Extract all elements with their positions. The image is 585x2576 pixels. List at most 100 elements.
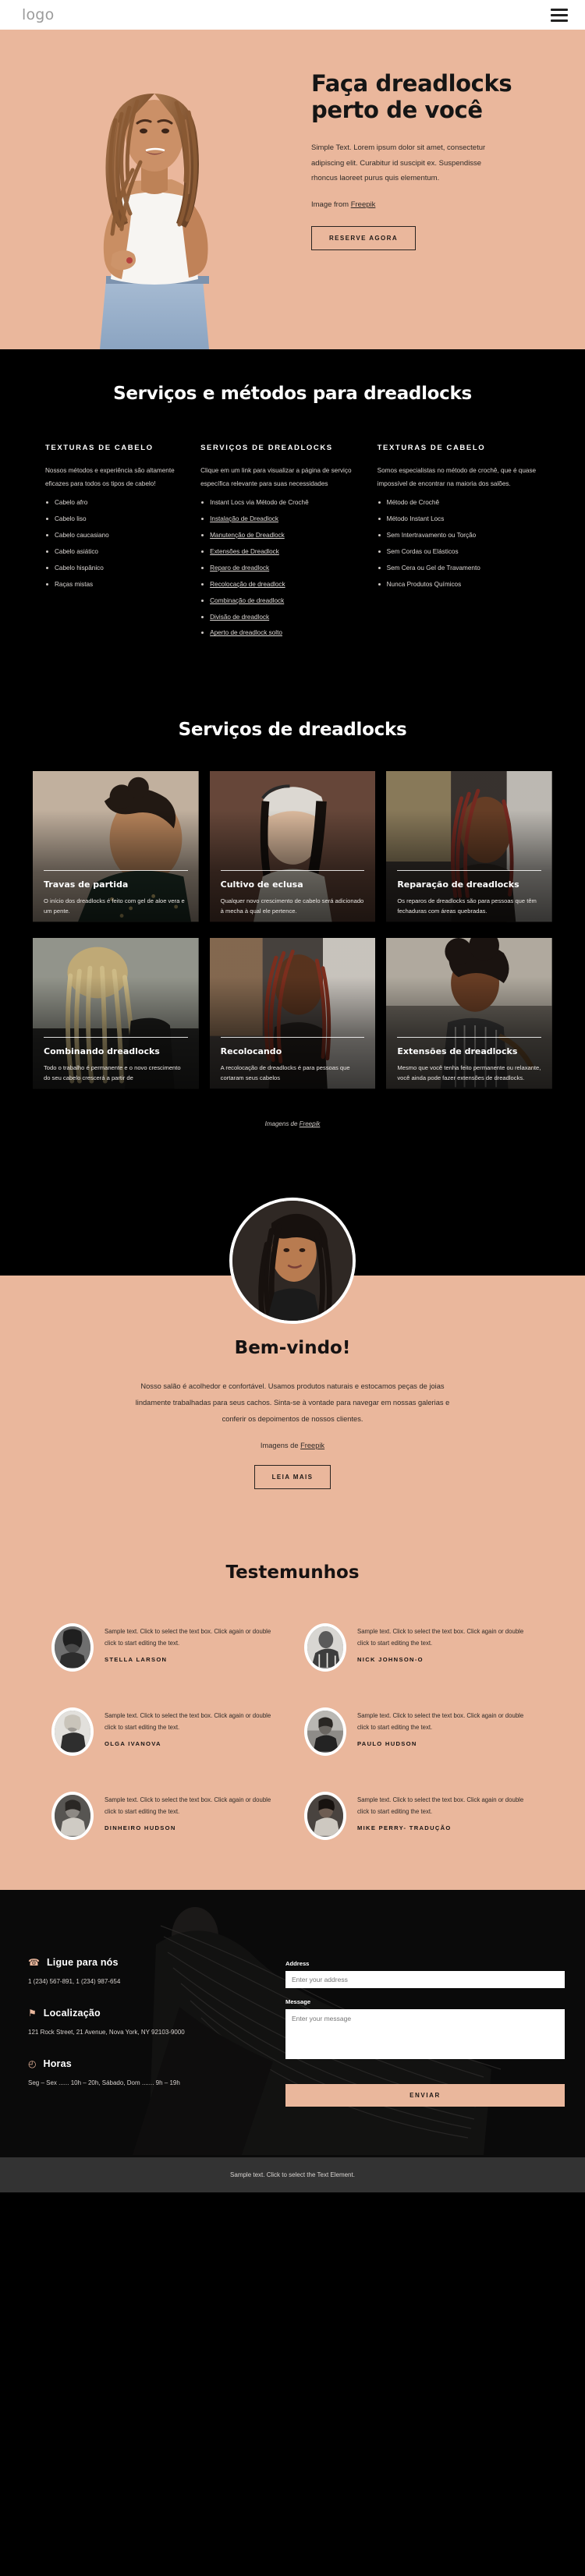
testimonial-name: DINHEIRO HUDSON [105,1824,176,1831]
contact-text: 1 (234) 567-891, 1 (234) 987-654 [28,1978,121,1986]
list-item: Raças mistas [45,580,179,589]
gallery-card[interactable]: Reparação de dreadlocks Os reparos de dr… [386,771,552,928]
list-item[interactable]: Reparo de dreadlock [200,564,356,573]
testimonial-name: PAULO HUDSON [357,1739,417,1747]
message-textarea[interactable] [285,2009,565,2060]
message-label: Message [285,1998,311,2006]
avatar [304,1707,346,1757]
avatar-image [55,1795,90,1836]
list-item[interactable]: Instalação de Dreadlock [200,515,356,524]
avatar-image [307,1795,343,1836]
footer-section: ☎ Ligue para nós 1 (234) 567-891, 1 (234… [0,1890,585,2158]
testimonial-item: Sample text. Click to select the text bo… [51,1707,281,1757]
list-item[interactable]: Manutenção de Dreadlock [200,531,356,540]
service-link[interactable]: Combinação de dreadlock [210,597,284,604]
service-link[interactable]: Aperto de dreadlock solto [210,629,282,636]
footer-bottom-text: Sample text. Click to select the Text El… [230,2171,355,2179]
testimonial-text: Sample text. Click to select the text bo… [105,1712,271,1731]
methods-column: TEXTURAS DE CABELO Somos especialistas n… [378,443,540,645]
footer-bottom-bar: Sample text. Click to select the Text El… [0,2157,585,2193]
service-link[interactable]: Reparo de dreadlock [210,564,269,571]
gallery-card[interactable]: Recolocando A recolocação de dreadlocks … [209,938,376,1095]
card-caption: Recolocando A recolocação de dreadlocks … [220,1037,365,1083]
address-field-group: Address [285,1960,565,1989]
welcome-title: Bem-vindo! [234,1338,351,1359]
avatar-image [55,1626,90,1669]
testimonial-text: Sample text. Click to select the text bo… [357,1628,524,1647]
gallery-grid: Travas de partida O início dos dreadlock… [0,771,585,1095]
logo[interactable]: logo [22,6,54,23]
testimonial-body: Sample text. Click to select the text bo… [357,1707,534,1747]
list-item-label: Cabelo asiático [55,548,98,556]
card-text: Os reparos de dreadlocks são para pessoa… [397,897,537,915]
contact-info: ☎ Ligue para nós 1 (234) 567-891, 1 (234… [28,1957,262,2109]
column-text: Somos especialistas no método de crochê,… [377,466,537,487]
testimonial-text: Sample text. Click to select the text bo… [357,1796,524,1815]
welcome-credit-link[interactable]: Freepik [300,1442,324,1449]
list-item-label: Cabelo afro [55,499,88,507]
gallery-card[interactable]: Combinando dreadlocks Todo o trabalho é … [33,938,199,1095]
gallery-credit: Imagens de Freepik [0,1120,585,1127]
list-item: Nunca Produtos Químicos [378,580,540,589]
gallery-card[interactable]: Cultivo de eclusa Qualquer novo crescime… [209,771,376,928]
welcome-credit-prefix: Imagens de [260,1442,301,1450]
testimonial-text: Sample text. Click to select the text bo… [357,1712,524,1731]
contact-text: Seg – Sex ...... 10h – 20h, Sábado, Dom … [28,2079,180,2087]
avatar [51,1707,94,1757]
methods-columns: TEXTURAS DE CABELO Nossos métodos e expe… [0,443,585,645]
column-list: Método de Crochê Método Instant Locs Sem… [378,498,540,589]
card-text: O início dos dreadlocks é feito com gel … [44,897,185,915]
contact-block-hours: ◴ Horas Seg – Sex ...... 10h – 20h, Sába… [28,2058,262,2089]
address-input[interactable] [285,1971,565,1989]
card-text: Todo o trabalho é permanente e o novo cr… [44,1063,181,1082]
welcome-text: Nosso salão é acolhedor e confortável. U… [135,1382,450,1424]
contact-heading-row: ⚑ Localização [28,2008,262,2019]
welcome-section: Bem-vindo! Nosso salão é acolhedor e con… [0,1198,585,1530]
list-item[interactable]: Recolocação de dreadlock [200,580,356,589]
card-divider [397,1037,541,1039]
hero-credit-link[interactable]: Freepik [351,200,376,209]
gallery-card[interactable]: Travas de partida O início dos dreadlock… [33,771,199,928]
avatar-image [307,1626,343,1669]
card-text: Qualquer novo crescimento de cabelo será… [220,897,364,915]
list-item-label: Nunca Produtos Químicos [386,580,462,588]
service-link[interactable]: Manutenção de Dreadlock [210,532,285,539]
contact-block-phone: ☎ Ligue para nós 1 (234) 567-891, 1 (234… [28,1957,262,1987]
testimonials-grid: Sample text. Click to select the text bo… [0,1623,585,1841]
reserve-button[interactable]: RESERVE AGORA [311,225,416,250]
list-item[interactable]: Extensões de Dreadlock [200,547,356,557]
welcome-avatar [229,1198,356,1325]
testimonial-body: Sample text. Click to select the text bo… [105,1623,281,1663]
submit-button[interactable]: ENVIAR [285,2084,565,2107]
service-link[interactable]: Recolocação de dreadlock [210,581,285,588]
gallery-credit-link[interactable]: Freepik [300,1120,321,1127]
column-list: Cabelo afro Cabelo liso Cabelo caucasian… [45,498,179,589]
card-caption: Extensões de dreadlocks Mesmo que você t… [397,1037,541,1083]
hero-credit-prefix: Image from [311,200,351,209]
list-item-label: Sem Cera ou Gel de Travamento [386,564,480,571]
column-list: Instant Locs via Método de Crochê Instal… [200,498,356,638]
list-item[interactable]: Aperto de dreadlock solto [200,628,356,638]
hamburger-menu-icon[interactable] [551,8,568,22]
testimonial-item: Sample text. Click to select the text bo… [304,1707,534,1757]
list-item[interactable]: Divisão de dreadlock [200,613,356,622]
hero-credit: Image from Freepik [311,200,551,209]
list-item: Sem Cera ou Gel de Travamento [378,564,540,573]
card-caption: Reparação de dreadlocks Os reparos de dr… [397,870,541,916]
service-link[interactable]: Instalação de Dreadlock [210,515,278,522]
clock-icon: ◴ [28,2058,37,2070]
read-more-button[interactable]: LEIA MAIS [254,1465,332,1490]
list-item: Sem Intertravamento ou Torção [378,531,540,540]
service-link[interactable]: Divisão de dreadlock [210,614,269,621]
card-divider [397,870,541,872]
column-heading: SERVIÇOS DE DREADLOCKS [200,444,333,452]
hero-body: Simple Text. Lorem ipsum dolor sit amet,… [311,143,486,183]
card-text: A recolocação de dreadlocks é para pesso… [220,1063,350,1082]
list-item[interactable]: Combinação de dreadlock [200,596,356,606]
card-caption: Combinando dreadlocks Todo o trabalho é … [44,1037,188,1083]
location-pin-icon: ⚑ [28,2008,37,2019]
service-link[interactable]: Extensões de Dreadlock [210,548,279,555]
gallery-card[interactable]: Extensões de dreadlocks Mesmo que você t… [386,938,552,1095]
column-heading: TEXTURAS DE CABELO [45,444,154,452]
card-title: Recolocando [220,1046,282,1057]
